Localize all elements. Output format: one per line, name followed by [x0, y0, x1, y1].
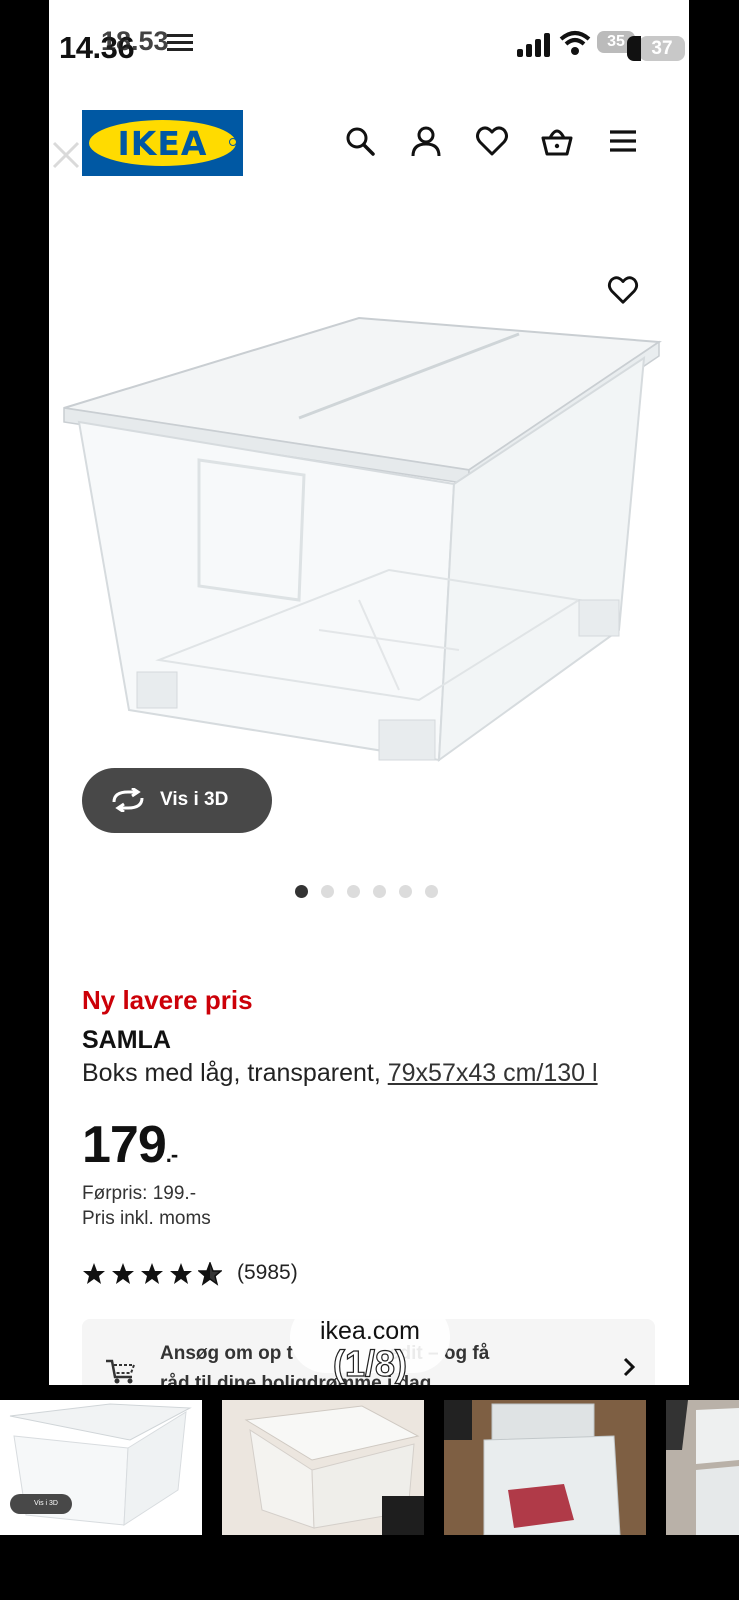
- site-domain: ikea.com: [319, 1317, 421, 1345]
- mini-view-in-3d-label: Vis i 3D: [10, 1494, 72, 1514]
- site-header: IKEA: [49, 100, 689, 186]
- source-overlay: ikea.com (1/8): [290, 1301, 450, 1385]
- thumbnail[interactable]: [444, 1400, 646, 1535]
- view-in-3d-button[interactable]: Vis i 3D: [82, 768, 272, 833]
- product-name: SAMLA: [82, 1026, 171, 1054]
- image-counter: (1/8): [332, 1342, 408, 1384]
- add-to-favourites-icon[interactable]: [607, 274, 639, 306]
- review-count[interactable]: (5985): [237, 1261, 298, 1285]
- carousel-dot[interactable]: [347, 885, 360, 898]
- ikea-logo[interactable]: IKEA: [82, 110, 243, 176]
- carousel-dot[interactable]: [321, 885, 334, 898]
- basket-icon[interactable]: [540, 124, 574, 158]
- vat-note: Pris inkl. moms: [82, 1208, 211, 1229]
- close-icon[interactable]: [51, 140, 81, 170]
- carousel-dot[interactable]: [425, 885, 438, 898]
- thumbnail[interactable]: [222, 1400, 424, 1535]
- rating-stars[interactable]: [82, 1260, 227, 1288]
- carousel-dot[interactable]: [399, 885, 412, 898]
- battery-indicator-overlay: 37: [627, 36, 685, 61]
- half-star-icon: [196, 1260, 224, 1286]
- shopping-cart-icon: [106, 1359, 136, 1384]
- menu-icon[interactable]: [606, 124, 640, 158]
- wifi-icon: [559, 31, 591, 55]
- chevron-right-icon: [623, 1357, 636, 1377]
- carousel-dot[interactable]: [295, 885, 308, 898]
- status-bar: 14.36 18.53 35 37: [49, 0, 689, 90]
- star-icon: [83, 1263, 105, 1284]
- carousel-dot[interactable]: [373, 885, 386, 898]
- thumbnail-strip: Vis i 3D: [0, 1400, 739, 1535]
- star-icon: [141, 1263, 163, 1284]
- product-price: 179.-: [82, 1116, 178, 1174]
- rotate-3d-icon: [112, 788, 144, 812]
- list-icon: [167, 34, 193, 52]
- image-viewer: 14.36 18.53 35 37 IKEA Vis i 3D Ny laver…: [0, 0, 739, 1600]
- thumbnail[interactable]: [666, 1400, 739, 1535]
- signal-icon: [517, 33, 553, 57]
- carousel-pagination: [295, 885, 451, 899]
- previous-price: Førpris: 199.-: [82, 1183, 197, 1204]
- star-icon: [170, 1263, 192, 1284]
- thumbnail[interactable]: Vis i 3D: [0, 1400, 202, 1535]
- status-time-overlay: 18.53: [101, 26, 169, 56]
- account-icon[interactable]: [409, 124, 443, 158]
- product-image[interactable]: [59, 300, 689, 790]
- size-link[interactable]: 79x57x43 cm/130 l: [388, 1059, 598, 1087]
- price-badge: Ny lavere pris: [82, 985, 253, 1015]
- search-icon[interactable]: [343, 124, 377, 158]
- star-icon: [112, 1263, 134, 1284]
- product-page-screenshot: 14.36 18.53 35 37 IKEA Vis i 3D Ny laver…: [49, 0, 689, 1385]
- favourites-icon[interactable]: [475, 124, 509, 158]
- product-description: Boks med låg, transparent, 79x57x43 cm/1…: [82, 1059, 598, 1087]
